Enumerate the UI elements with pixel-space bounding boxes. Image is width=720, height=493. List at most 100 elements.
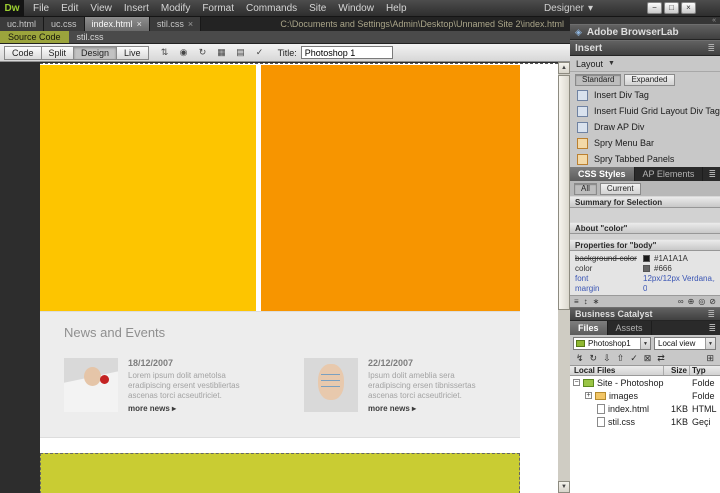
- expanded-mode-button[interactable]: Expanded: [624, 74, 674, 86]
- chevron-down-icon[interactable]: ▼: [705, 338, 715, 349]
- file-tree-row-stil-css[interactable]: stil.css 1KB Geçi: [570, 415, 720, 428]
- view-dropdown[interactable]: Local view ▼: [654, 337, 716, 350]
- view-options-icon[interactable]: ▦: [214, 46, 230, 60]
- color-swatch[interactable]: [643, 265, 650, 272]
- css-property-value[interactable]: #1A1A1A: [654, 254, 688, 263]
- synchronize-icon[interactable]: ⇄: [657, 353, 665, 364]
- delete-css-rule-icon[interactable]: ⊘: [709, 297, 716, 306]
- tab-index-html[interactable]: index.html ×: [85, 17, 150, 31]
- tab-stil-css[interactable]: stil.css ×: [150, 17, 201, 31]
- workspace-switcher[interactable]: Designer ▾: [536, 3, 601, 14]
- get-files-icon[interactable]: ⇩: [603, 353, 611, 364]
- visual-aids-icon[interactable]: ▤: [233, 46, 249, 60]
- split-view-button[interactable]: Split: [42, 46, 75, 60]
- panel-menu-icon[interactable]: ≣: [708, 323, 720, 334]
- close-tab-icon[interactable]: ×: [188, 19, 193, 29]
- column-type[interactable]: Typ: [690, 366, 720, 375]
- insert-panel-header[interactable]: Insert ≣: [570, 40, 720, 56]
- css-property-value[interactable]: #666: [654, 264, 672, 273]
- scroll-down-icon[interactable]: ▼: [558, 481, 570, 493]
- related-file-stil-css[interactable]: stil.css: [69, 31, 112, 43]
- scroll-up-icon[interactable]: ▲: [558, 62, 570, 74]
- code-view-button[interactable]: Code: [4, 46, 42, 60]
- connect-icon[interactable]: ↯: [576, 353, 584, 364]
- insert-category-dropdown[interactable]: Layout ▼: [570, 56, 720, 72]
- menu-format[interactable]: Format: [196, 0, 240, 17]
- close-tab-icon[interactable]: ×: [137, 19, 142, 29]
- menu-view[interactable]: View: [84, 0, 118, 17]
- file-tree-row-site[interactable]: − Site - Photoshop1 (C:... Folde: [570, 376, 720, 389]
- tree-collapse-icon[interactable]: −: [573, 379, 580, 386]
- document-title-input[interactable]: [301, 46, 393, 59]
- news-date[interactable]: 22/12/2007: [368, 358, 488, 368]
- dreamweaver-logo[interactable]: Dw: [0, 0, 24, 17]
- menu-site[interactable]: Site: [303, 0, 332, 17]
- restore-button[interactable]: □: [664, 2, 679, 14]
- checkout-files-icon[interactable]: ✓: [630, 353, 638, 364]
- panel-menu-icon[interactable]: ≣: [708, 169, 720, 180]
- file-tree-row-images[interactable]: + images Folde: [570, 389, 720, 402]
- current-mode-button[interactable]: Current: [600, 183, 641, 195]
- checkin-files-icon[interactable]: ⊠: [644, 353, 652, 364]
- business-catalyst-panel-header[interactable]: Business Catalyst ≣: [570, 307, 720, 321]
- css-property-name[interactable]: background-color: [575, 254, 639, 263]
- close-button[interactable]: ×: [681, 2, 696, 14]
- page-orange-block[interactable]: [261, 65, 520, 311]
- panel-menu-icon[interactable]: ≣: [707, 309, 715, 320]
- tree-expand-icon[interactable]: +: [585, 392, 592, 399]
- tab-ap-elements[interactable]: AP Elements: [635, 167, 704, 181]
- menu-edit[interactable]: Edit: [55, 0, 84, 17]
- news-paragraph[interactable]: Ipsum dolit ameblia sera eradipiscing er…: [368, 371, 488, 401]
- color-swatch[interactable]: [643, 255, 650, 262]
- edit-rule-icon[interactable]: ◎: [698, 297, 705, 306]
- tab-assets[interactable]: Assets: [608, 321, 652, 335]
- scrollbar-thumb[interactable]: [558, 75, 570, 310]
- show-category-view-icon[interactable]: ≡: [574, 297, 579, 306]
- insert-fluid-grid-item[interactable]: Insert Fluid Grid Layout Div Tag: [570, 103, 720, 119]
- menu-commands[interactable]: Commands: [240, 0, 303, 17]
- spry-menu-bar-item[interactable]: Spry Menu Bar: [570, 135, 720, 151]
- css-property-value[interactable]: 0: [643, 284, 647, 293]
- menu-modify[interactable]: Modify: [155, 0, 196, 17]
- more-news-link[interactable]: more news ▸: [128, 404, 248, 413]
- menu-help[interactable]: Help: [380, 0, 413, 17]
- news-paragraph[interactable]: Lorem ipsum dolit ametolsa eradipiscing …: [128, 371, 248, 401]
- css-property-name[interactable]: font: [575, 274, 639, 283]
- column-local-files[interactable]: Local Files: [570, 366, 664, 375]
- menu-insert[interactable]: Insert: [118, 0, 155, 17]
- file-tree-row-index-html[interactable]: index.html 1KB HTML: [570, 402, 720, 415]
- check-browser-compat-icon[interactable]: ✓: [252, 46, 268, 60]
- browserlab-panel-header[interactable]: ◈ Adobe BrowserLab: [570, 24, 720, 40]
- show-list-view-icon[interactable]: ↕: [584, 297, 588, 306]
- preview-in-browser-icon[interactable]: ◉: [176, 46, 192, 60]
- menu-window[interactable]: Window: [332, 0, 380, 17]
- put-files-icon[interactable]: ⇧: [617, 353, 625, 364]
- live-view-button[interactable]: Live: [117, 46, 149, 60]
- design-view-button[interactable]: Design: [74, 46, 117, 60]
- column-size[interactable]: Size: [664, 366, 690, 375]
- news-date[interactable]: 18/12/2007: [128, 358, 248, 368]
- tab-css-styles[interactable]: CSS Styles: [570, 167, 635, 181]
- page-green-block[interactable]: [40, 453, 520, 493]
- new-css-rule-icon[interactable]: ⊕: [688, 297, 695, 306]
- design-canvas[interactable]: News and Events 18/12/2007 Lorem ipsum d…: [40, 63, 558, 493]
- more-news-link[interactable]: more news ▸: [368, 404, 488, 413]
- insert-div-tag-item[interactable]: Insert Div Tag: [570, 87, 720, 103]
- file-management-icon[interactable]: ⇅: [157, 46, 173, 60]
- refresh-icon[interactable]: ↻: [195, 46, 211, 60]
- collapse-panels-icon[interactable]: «: [712, 17, 716, 24]
- refresh-icon[interactable]: ↻: [590, 353, 598, 364]
- news-photo-face-markings[interactable]: [304, 358, 358, 412]
- all-mode-button[interactable]: All: [574, 183, 597, 195]
- menu-file[interactable]: File: [27, 0, 55, 17]
- chevron-down-icon[interactable]: ▼: [640, 338, 650, 349]
- page-yellow-block[interactable]: [40, 65, 256, 311]
- spry-tabbed-panels-item[interactable]: Spry Tabbed Panels: [570, 151, 720, 167]
- standard-mode-button[interactable]: Standard: [575, 74, 621, 86]
- css-property-name[interactable]: color: [575, 264, 639, 273]
- panel-menu-icon[interactable]: ≣: [707, 43, 715, 54]
- expand-panel-icon[interactable]: ⊞: [706, 353, 714, 364]
- draw-ap-div-item[interactable]: Draw AP Div: [570, 119, 720, 135]
- document-scrollbar[interactable]: ▲ ▼: [558, 62, 570, 493]
- related-file-source-code[interactable]: Source Code: [0, 31, 69, 43]
